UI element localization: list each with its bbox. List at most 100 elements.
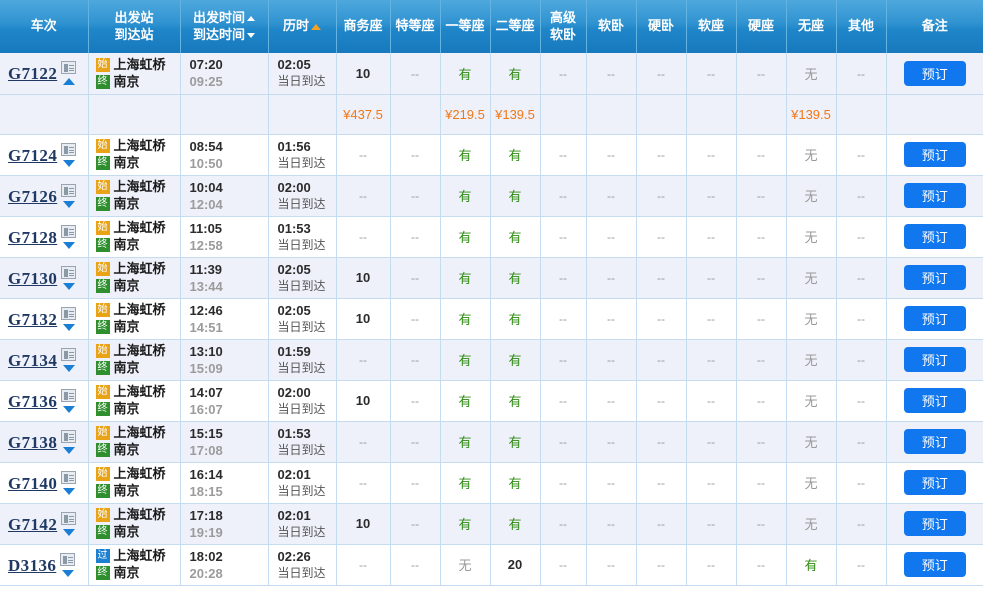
remark-cell: 预订 xyxy=(886,503,983,545)
book-button[interactable]: 预订 xyxy=(903,142,966,167)
train-number-link[interactable]: G7140 xyxy=(8,474,57,493)
train-detail-card-icon[interactable] xyxy=(61,142,77,156)
seat-availability-soft_seat: -- xyxy=(707,476,715,490)
expand-row-icon[interactable] xyxy=(63,487,76,495)
arrival-station: 终南京 xyxy=(95,442,178,459)
train-number-cell: G7134 xyxy=(0,339,89,381)
book-button[interactable]: 预订 xyxy=(903,552,966,577)
expand-row-icon[interactable] xyxy=(63,364,76,372)
train-detail-card-icon[interactable] xyxy=(60,552,76,566)
seat-availability-gj_soft_sleeper: -- xyxy=(559,66,567,81)
train-number-link[interactable]: G7124 xyxy=(8,146,57,165)
expand-row-icon[interactable] xyxy=(63,446,76,454)
column-header-duration[interactable]: 历时 xyxy=(268,0,337,53)
expand-row-icon[interactable] xyxy=(63,282,76,290)
train-number-link[interactable]: D3136 xyxy=(8,556,56,575)
seat-availability-gj_soft_sleeper: -- xyxy=(559,148,567,162)
book-button[interactable]: 预订 xyxy=(903,388,966,413)
travel-duration: 01:56 xyxy=(277,138,311,154)
column-header-soft_sleeper: 软卧 xyxy=(586,0,637,53)
book-button[interactable]: 预订 xyxy=(903,265,966,290)
train-number-link[interactable]: G7130 xyxy=(8,269,57,288)
seat-cell-business: -- xyxy=(336,462,391,504)
seat-availability-hard_sleeper: -- xyxy=(657,312,665,326)
expand-row-icon[interactable] xyxy=(63,159,76,167)
train-number-link[interactable]: G7138 xyxy=(8,433,57,452)
column-header-label: 无座 xyxy=(797,18,824,34)
train-detail-card-icon[interactable] xyxy=(61,347,77,361)
train-detail-card-icon[interactable] xyxy=(61,224,77,238)
seat-cell-special: -- xyxy=(390,53,441,95)
train-number-link[interactable]: G7142 xyxy=(8,515,57,534)
train-detail-card-icon[interactable] xyxy=(61,511,77,525)
origin-station-icon: 始 xyxy=(95,467,110,481)
arrival-time: 15:09 xyxy=(189,360,223,376)
train-detail-card-icon[interactable] xyxy=(61,183,77,197)
train-number-link[interactable]: G7132 xyxy=(8,310,57,329)
book-button[interactable]: 预订 xyxy=(903,429,966,454)
seat-cell-special: -- xyxy=(390,544,441,586)
travel-duration: 02:05 xyxy=(277,302,311,318)
terminal-station-icon: 终 xyxy=(95,279,110,293)
expand-row-icon[interactable] xyxy=(63,405,76,413)
book-button[interactable]: 预订 xyxy=(903,511,966,536)
train-number-link[interactable]: G7126 xyxy=(8,187,57,206)
column-header-no_seat: 无座 xyxy=(786,0,837,53)
train-number-cell: G7140 xyxy=(0,462,89,504)
train-number-link[interactable]: G7134 xyxy=(8,351,57,370)
expand-row-icon[interactable] xyxy=(63,241,76,249)
price-cell-business: ¥437.5 xyxy=(336,94,391,135)
seat-cell-first: 有 xyxy=(440,462,491,504)
train-detail-card-icon[interactable] xyxy=(61,265,77,279)
train-detail-card-icon[interactable] xyxy=(61,306,77,320)
expand-row-icon[interactable] xyxy=(62,569,75,577)
train-number-link[interactable]: G7128 xyxy=(8,228,57,247)
collapse-row-icon[interactable] xyxy=(63,78,76,86)
seat-availability-soft_seat: -- xyxy=(707,312,715,326)
price-cell-special xyxy=(390,94,441,135)
departure-station-name: 上海虹桥 xyxy=(113,261,166,276)
column-header-label: 历时 xyxy=(282,18,309,34)
book-button[interactable]: 预订 xyxy=(903,347,966,372)
seat-cell-soft_sleeper: -- xyxy=(586,380,637,422)
seat-cell-soft_sleeper: -- xyxy=(586,298,637,340)
seat-availability-special: -- xyxy=(411,66,419,81)
book-button[interactable]: 预订 xyxy=(903,470,966,495)
time-cell: 13:10 15:09 xyxy=(180,339,269,381)
seat-availability-second: 有 xyxy=(508,312,522,327)
expand-row-icon[interactable] xyxy=(63,528,76,536)
train-detail-card-icon[interactable] xyxy=(61,388,77,402)
book-button[interactable]: 预订 xyxy=(903,306,966,331)
seat-cell-no_seat: 无 xyxy=(786,503,837,545)
column-header-time[interactable]: 出发时间 到达时间 xyxy=(180,0,269,53)
arrival-station: 终南京 xyxy=(95,319,178,336)
arrival-day-note: 当日到达 xyxy=(277,74,326,89)
arrival-station: 终南京 xyxy=(95,73,178,90)
expand-row-icon[interactable] xyxy=(63,323,76,331)
train-number-link[interactable]: G7122 xyxy=(8,64,57,83)
train-detail-card-icon[interactable] xyxy=(61,61,77,75)
book-button[interactable]: 预订 xyxy=(903,60,966,86)
train-number-link[interactable]: G7136 xyxy=(8,392,57,411)
arrival-station-name: 南京 xyxy=(113,442,140,457)
sort-active-asc-icon[interactable] xyxy=(311,23,321,30)
train-detail-card-icon[interactable] xyxy=(61,470,77,484)
origin-station-icon: 始 xyxy=(95,262,110,276)
departure-time: 10:04 xyxy=(189,179,223,195)
seat-cell-gj_soft_sleeper: -- xyxy=(540,503,587,545)
book-button[interactable]: 预订 xyxy=(903,224,966,249)
sort-asc-icon[interactable] xyxy=(247,16,255,22)
expand-row-icon[interactable] xyxy=(63,200,76,208)
table-row: G7124 始上海虹桥终南京 08:54 10:50 01:56 当日到达 -- -- 有有 --… xyxy=(0,134,983,176)
book-button[interactable]: 预订 xyxy=(903,183,966,208)
seat-availability-first: 有 xyxy=(458,476,472,491)
seat-cell-hard_seat: -- xyxy=(736,544,787,586)
station-cell: 始上海虹桥终南京 xyxy=(88,216,181,258)
arrival-time: 14:51 xyxy=(189,319,223,335)
seat-cell-first: 有 xyxy=(440,380,491,422)
train-detail-card-icon[interactable] xyxy=(61,429,77,443)
column-header-station: 出发站 到达站 xyxy=(88,0,181,53)
column-header-label: 一等座 xyxy=(445,18,485,34)
sort-desc-icon[interactable] xyxy=(247,32,255,38)
station-cell: 始上海虹桥终南京 xyxy=(88,421,181,463)
